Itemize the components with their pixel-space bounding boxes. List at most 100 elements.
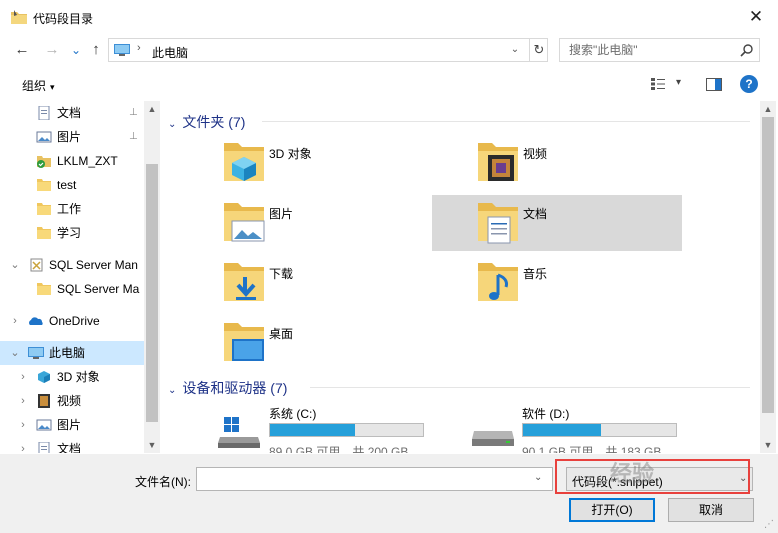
folder-icon bbox=[37, 179, 51, 191]
drives-group-header[interactable]: ⌄ 设备和驱动器 (7) bbox=[168, 378, 287, 398]
folders-group-header[interactable]: ⌄ 文件夹 (7) bbox=[168, 112, 245, 132]
folder-music[interactable]: 音乐 bbox=[476, 259, 726, 315]
forward-arrow-icon[interactable]: → bbox=[42, 39, 62, 61]
view-options-icon[interactable] bbox=[650, 77, 666, 91]
help-icon[interactable]: ? bbox=[740, 75, 758, 93]
resize-grip-icon[interactable]: ⋰ bbox=[764, 519, 774, 530]
recent-locations-icon[interactable]: ⌄ bbox=[66, 39, 86, 61]
chevron-down-icon[interactable]: ⌄ bbox=[9, 253, 21, 277]
pin-icon[interactable]: ⊥ bbox=[129, 125, 138, 149]
content-scrollbar[interactable]: ▲ ▼ bbox=[760, 101, 776, 453]
document-icon bbox=[38, 442, 50, 453]
scroll-up-icon[interactable]: ▲ bbox=[144, 101, 160, 117]
breadcrumb-this-pc[interactable]: 此电脑 bbox=[152, 44, 188, 61]
folder-videos[interactable]: 视频 bbox=[476, 139, 726, 195]
chevron-right-icon[interactable]: › bbox=[17, 437, 29, 453]
chevron-right-icon[interactable]: › bbox=[9, 309, 21, 333]
chevron-down-icon[interactable]: ⌄ bbox=[9, 341, 21, 365]
sidebar-item-label: SQL Server Man bbox=[49, 258, 138, 272]
scrollbar-thumb[interactable] bbox=[762, 117, 774, 413]
chevron-down-icon[interactable]: ⌄ bbox=[534, 472, 542, 483]
sidebar-item-pictures[interactable]: 图片 ⊥ bbox=[0, 125, 144, 149]
folder-icon bbox=[37, 203, 51, 215]
search-icon[interactable] bbox=[740, 43, 754, 57]
desktop-icon bbox=[224, 323, 264, 361]
sidebar-item-sql-server-ma[interactable]: SQL Server Ma bbox=[0, 277, 144, 301]
sidebar-item-label: 图片 bbox=[57, 130, 82, 144]
sidebar-item-label: LKLM_ZXT bbox=[57, 154, 118, 168]
picture-icon bbox=[224, 203, 265, 242]
scroll-down-icon[interactable]: ▼ bbox=[760, 437, 776, 453]
folder-downloads[interactable]: 下载 bbox=[222, 259, 472, 315]
address-bar[interactable]: › 此电脑 ⌄ ↻ bbox=[108, 38, 548, 62]
drive-usage-fill bbox=[270, 424, 355, 436]
filename-combobox[interactable]: ⌄ bbox=[196, 467, 553, 491]
chevron-right-icon[interactable]: › bbox=[17, 365, 29, 389]
picture-icon bbox=[36, 131, 52, 143]
sidebar-item-this-pc[interactable]: ⌄ 此电脑 bbox=[0, 341, 144, 365]
refresh-icon[interactable]: ↻ bbox=[529, 39, 548, 61]
chevron-down-icon[interactable]: ⌄ bbox=[168, 385, 176, 396]
search-input[interactable] bbox=[560, 39, 735, 61]
sidebar-item-label: OneDrive bbox=[49, 314, 100, 328]
folders-header-label: 文件夹 (7) bbox=[182, 114, 246, 130]
sidebar-item-onedrive[interactable]: › OneDrive bbox=[0, 309, 144, 333]
scroll-down-icon[interactable]: ▼ bbox=[144, 437, 160, 453]
up-arrow-icon[interactable]: ↑ bbox=[86, 39, 106, 61]
folder-3d-objects[interactable]: 3D 对象 bbox=[222, 139, 472, 195]
folder-documents[interactable]: 文档 bbox=[432, 195, 682, 251]
sidebar-item-label: 文档 bbox=[57, 106, 82, 120]
folder-app-icon bbox=[11, 10, 27, 24]
preview-pane-icon[interactable] bbox=[706, 78, 722, 91]
folder-icon bbox=[37, 283, 51, 295]
music-icon bbox=[478, 263, 518, 301]
folder-name: 3D 对象 bbox=[269, 147, 312, 161]
folder-icon bbox=[37, 227, 51, 239]
pin-icon[interactable]: ⊥ bbox=[129, 101, 138, 125]
sidebar-item-pictures-2[interactable]: › 图片 bbox=[0, 413, 144, 437]
organize-menu-button[interactable]: 组织 ▾ bbox=[22, 77, 55, 94]
navigation-pane-scrollbar[interactable]: ▲ ▼ bbox=[144, 101, 160, 453]
content-pane: ⌄ 文件夹 (7) 3D 对象 视频 图片 文档 下载 音乐 桌面 ⌄ 设备和驱… bbox=[160, 101, 760, 453]
download-icon bbox=[224, 263, 264, 301]
picture-icon bbox=[36, 419, 52, 431]
drive-usage-fill bbox=[523, 424, 601, 436]
back-arrow-icon[interactable]: ← bbox=[12, 39, 32, 61]
view-dropdown-icon[interactable]: ▾ bbox=[676, 77, 681, 88]
chevron-right-icon[interactable]: › bbox=[17, 389, 29, 413]
window-title: 代码段目录 bbox=[33, 12, 94, 26]
computer-icon bbox=[114, 44, 130, 56]
sidebar-item-documents-2[interactable]: › 文档 bbox=[0, 437, 144, 453]
group-divider bbox=[262, 121, 750, 122]
cancel-button[interactable]: 取消 bbox=[668, 498, 754, 522]
address-dropdown-icon[interactable]: ⌄ bbox=[507, 42, 523, 58]
sidebar-item-study[interactable]: 学习 bbox=[0, 221, 144, 245]
scrollbar-thumb[interactable] bbox=[146, 164, 158, 422]
folder-name: 下载 bbox=[269, 267, 294, 281]
navigation-bar: ← → ⌄ ↑ › 此电脑 ⌄ ↻ bbox=[0, 36, 778, 64]
folder-name: 桌面 bbox=[269, 327, 294, 341]
drive-usage-bar bbox=[269, 423, 424, 437]
group-divider bbox=[310, 387, 750, 388]
sidebar-item-videos[interactable]: › 视频 bbox=[0, 389, 144, 413]
drive-d[interactable]: 软件 (D:) 90.1 GB 可用，共 183 GB bbox=[522, 405, 760, 453]
close-icon[interactable]: ✕ bbox=[744, 7, 768, 29]
sidebar-item-documents[interactable]: 文档 ⊥ bbox=[0, 101, 144, 125]
sidebar-item-3d-objects[interactable]: › 3D 对象 bbox=[0, 365, 144, 389]
sidebar-item-work[interactable]: 工作 bbox=[0, 197, 144, 221]
folder-desktop[interactable]: 桌面 bbox=[222, 319, 472, 375]
sidebar-item-lklm-zxt[interactable]: LKLM_ZXT bbox=[0, 149, 144, 173]
sidebar-item-test[interactable]: test bbox=[0, 173, 144, 197]
sync-folder-icon bbox=[37, 156, 51, 168]
filename-input[interactable] bbox=[197, 468, 527, 490]
organize-label: 组织 bbox=[22, 79, 47, 93]
sidebar-item-sql-server-man[interactable]: ⌄ SQL Server Man bbox=[0, 253, 144, 277]
chevron-down-icon[interactable]: ⌄ bbox=[168, 119, 176, 130]
sidebar-item-label: 视频 bbox=[57, 394, 82, 408]
scroll-up-icon[interactable]: ▲ bbox=[760, 101, 776, 117]
chevron-right-icon[interactable]: › bbox=[17, 413, 29, 437]
open-button[interactable]: 打开(O) bbox=[569, 498, 655, 522]
search-box[interactable] bbox=[559, 38, 760, 62]
sidebar-item-label: SQL Server Ma bbox=[57, 282, 140, 296]
breadcrumb-separator[interactable]: › bbox=[137, 42, 141, 54]
